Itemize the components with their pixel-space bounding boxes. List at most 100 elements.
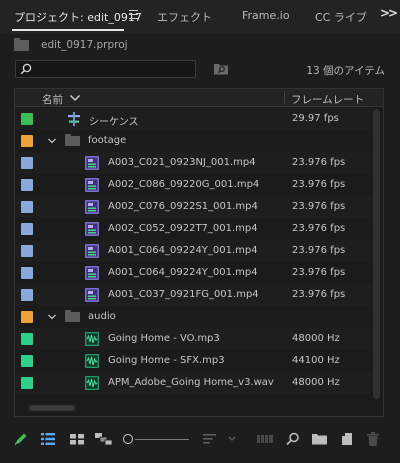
project-item-list: 名前 フレームレート シーケンス 29.97 fps footage A003_…	[14, 88, 384, 417]
item-frame-rate: 23.976 fps	[292, 267, 346, 278]
sort-chevron-down-icon[interactable]	[69, 93, 81, 103]
column-divider[interactable]	[284, 92, 285, 104]
list-item-audio[interactable]: Going Home - SFX.mp3 44100 Hz	[15, 350, 371, 372]
icon-view-icon[interactable]	[70, 432, 84, 446]
label-color-swatch[interactable]	[21, 333, 33, 345]
freeform-view-icon[interactable]	[95, 432, 112, 446]
label-color-swatch[interactable]	[21, 201, 33, 213]
column-header-frame-rate[interactable]: フレームレート	[291, 92, 364, 107]
video-clip-icon	[85, 288, 99, 302]
list-item-video[interactable]: A003_C021_0923NJ_001.mp4 23.976 fps	[15, 152, 371, 174]
clear-trash-icon[interactable]	[367, 432, 379, 446]
label-color-swatch[interactable]	[21, 245, 33, 257]
list-item-sequence[interactable]: シーケンス 29.97 fps	[15, 108, 371, 130]
vertical-scrollbar-thumb[interactable]	[373, 109, 380, 399]
label-color-swatch[interactable]	[21, 355, 33, 367]
item-frame-rate: 23.976 fps	[292, 157, 346, 168]
tab-cc-libraries[interactable]: CC ライブ	[315, 9, 367, 25]
item-frame-rate: 23.976 fps	[292, 245, 346, 256]
audio-clip-icon	[85, 354, 99, 368]
item-frame-rate: 23.976 fps	[292, 179, 346, 190]
automate-to-sequence-icon[interactable]	[257, 432, 273, 446]
item-frame-rate: 23.976 fps	[292, 201, 346, 212]
new-item-icon[interactable]	[340, 432, 354, 446]
tab-effects[interactable]: エフェクト	[157, 9, 212, 25]
sequence-icon	[68, 112, 80, 126]
item-frame-rate: 29.97 fps	[292, 113, 339, 124]
list-header: 名前 フレームレート	[15, 89, 383, 107]
video-clip-icon	[85, 222, 99, 236]
item-count: 13 個のアイテム	[306, 65, 385, 77]
video-clip-icon	[85, 156, 99, 170]
list-item-audio[interactable]: APM_Adobe_Going Home_v3.wav 48000 Hz	[15, 372, 371, 394]
item-name: Going Home - SFX.mp3	[108, 355, 225, 366]
folder-icon	[65, 134, 80, 146]
audio-clip-icon	[85, 332, 99, 346]
item-name: footage	[88, 135, 127, 146]
horizontal-scrollbar-thumb[interactable]	[29, 405, 75, 411]
item-name: A001_C064_09224Y_001.mp4	[108, 267, 258, 278]
list-item-video[interactable]: A001_C064_09224Y_001.mp4 23.976 fps	[15, 240, 371, 262]
chevron-down-icon[interactable]	[47, 136, 57, 146]
item-name: A002_C076_0922S1_001.mp4	[108, 201, 258, 212]
item-name: APM_Adobe_Going Home_v3.wav	[108, 377, 274, 388]
chevron-down-icon[interactable]	[47, 312, 57, 322]
label-color-swatch[interactable]	[21, 223, 33, 235]
item-name: A003_C021_0923NJ_001.mp4	[108, 157, 256, 168]
folder-icon	[65, 310, 80, 322]
search-input[interactable]	[36, 62, 192, 76]
vertical-scrollbar[interactable]	[372, 109, 381, 399]
list-item-bin-footage[interactable]: footage	[15, 130, 371, 152]
tab-overflow-icon[interactable]: >>	[380, 6, 398, 20]
new-bin-icon[interactable]	[312, 432, 327, 445]
zoom-slider-knob[interactable]	[123, 434, 133, 444]
label-color-swatch[interactable]	[21, 157, 33, 169]
list-item-video[interactable]: A002_C076_0922S1_001.mp4 23.976 fps	[15, 196, 371, 218]
label-color-swatch[interactable]	[21, 311, 33, 323]
item-name: audio	[88, 311, 116, 322]
list-item-bin-audio[interactable]: audio	[15, 306, 371, 328]
video-clip-icon	[85, 266, 99, 280]
tab-frameio[interactable]: Frame.io	[242, 9, 290, 22]
item-name: A002_C086_09220G_001.mp4	[108, 179, 260, 190]
pencil-icon[interactable]	[14, 432, 28, 446]
label-color-swatch[interactable]	[21, 135, 33, 147]
item-name: Going Home - VO.mp3	[108, 333, 220, 344]
find-icon[interactable]	[286, 432, 300, 446]
item-sample-rate: 48000 Hz	[292, 333, 340, 344]
list-item-audio[interactable]: Going Home - VO.mp3 48000 Hz	[15, 328, 371, 350]
project-folder-icon	[14, 38, 29, 51]
zoom-slider[interactable]	[135, 439, 189, 440]
list-view-icon[interactable]	[41, 432, 55, 446]
label-color-swatch[interactable]	[21, 179, 33, 191]
item-frame-rate: 23.976 fps	[292, 223, 346, 234]
search-field[interactable]	[15, 60, 196, 78]
project-filename: edit_0917.prproj	[41, 39, 128, 51]
item-name: A001_C037_0921FG_001.mp4	[108, 289, 259, 300]
label-color-swatch[interactable]	[21, 267, 33, 279]
label-color-swatch[interactable]	[21, 377, 33, 389]
column-header-name[interactable]: 名前	[42, 92, 63, 107]
panel-menu-icon[interactable]	[128, 7, 140, 21]
bottom-toolbar	[0, 424, 400, 454]
item-frame-rate: 23.976 fps	[292, 289, 346, 300]
item-name: A002_C052_0922T7_001.mp4	[108, 223, 258, 234]
label-color-swatch[interactable]	[21, 113, 33, 125]
video-clip-icon	[85, 178, 99, 192]
item-name: A001_C064_09224Y_001.mp4	[108, 245, 258, 256]
list-item-video[interactable]: A001_C064_09224Y_001.mp4 23.976 fps	[15, 262, 371, 284]
rows-container: シーケンス 29.97 fps footage A003_C021_0923NJ…	[15, 108, 371, 408]
label-color-swatch[interactable]	[21, 289, 33, 301]
list-item-video[interactable]: A002_C052_0922T7_001.mp4 23.976 fps	[15, 218, 371, 240]
sort-icons-icon[interactable]	[203, 432, 216, 446]
tab-project[interactable]: プロジェクト: edit_0917	[14, 9, 142, 25]
item-name: シーケンス	[89, 117, 139, 128]
video-clip-icon	[85, 244, 99, 258]
find-in-bin-icon[interactable]	[213, 61, 229, 75]
sort-chevron-down-icon[interactable]	[228, 432, 236, 446]
list-item-video[interactable]: A001_C037_0921FG_001.mp4 23.976 fps	[15, 284, 371, 306]
item-sample-rate: 44100 Hz	[292, 355, 340, 366]
item-sample-rate: 48000 Hz	[292, 377, 340, 388]
list-item-video[interactable]: A002_C086_09220G_001.mp4 23.976 fps	[15, 174, 371, 196]
audio-clip-icon	[85, 376, 99, 390]
